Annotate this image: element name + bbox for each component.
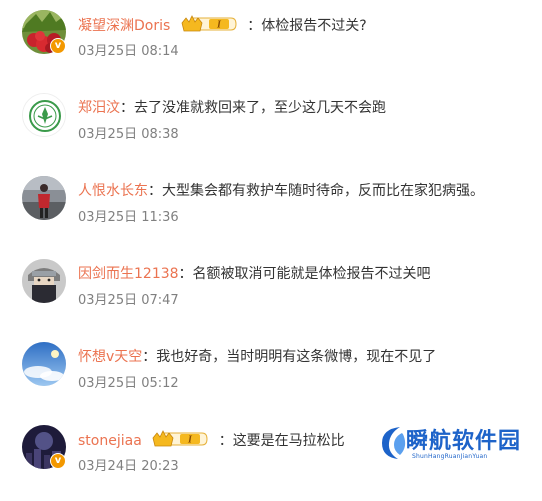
username[interactable]: 因剑而生12138 [78,266,179,282]
username[interactable]: stonejiaa [78,433,142,449]
comment-text: 名额被取消可能就是体检报告不过关吧 [192,266,431,282]
timestamp: 03月24日 20:23 [78,459,179,474]
masked-ninja-avatar-icon [22,259,66,303]
separator: ： [142,349,157,365]
separator: ： [178,266,193,282]
timestamp: 03月25日 08:14 [78,44,179,59]
timestamp: 03月25日 07:47 [78,293,179,308]
username[interactable]: 凝望深渊Doris [78,18,170,34]
comment-text: 我也好奇，当时明明有这条微博，现在不见了 [156,349,437,365]
watermark-title: 瞬航软件园 [406,429,522,454]
watermark-logo: 瞬航软件园 ShunHangRuanJianYuan [378,421,538,469]
comment-item: 郑汨汶：去了没准就救回来了，至少这几天不会跑 03月25日 08:38 [0,89,542,169]
verified-badge-icon: v [50,453,66,469]
timestamp: 03月25日 11:36 [78,210,179,225]
comment-item: 因剑而生12138：名额被取消可能就是体检报告不过关吧 03月25日 07:47 [0,255,542,335]
username[interactable]: 人恨水长东 [78,183,148,199]
avatar[interactable] [22,93,66,137]
timestamp: 03月25日 08:38 [78,127,179,142]
verified-badge-icon: v [50,38,66,54]
green-emblem-avatar-icon [23,94,65,136]
level-badge-icon[interactable]: I [181,15,237,33]
username[interactable]: 郑汨汶 [78,100,120,116]
separator: ： [247,18,262,34]
avatar[interactable] [22,176,66,220]
timestamp: 03月25日 05:12 [78,376,179,391]
username[interactable]: 怀想v天空 [78,349,142,365]
comment-text: 去了没准就救回来了，至少这几天不会跑 [134,100,386,116]
blue-sky-avatar-icon [22,342,66,386]
comment-text: 大型集会都有救护车随时待命，反而比在家犯病强。 [162,183,484,199]
separator: ： [120,100,134,116]
avatar[interactable] [22,259,66,303]
comment-text: 体检报告不过关? [261,18,367,34]
person-road-avatar-icon [22,176,66,220]
separator: ： [218,433,233,449]
separator: ： [148,183,162,199]
comment-item: v 凝望深渊Doris I ：体检报告不过关? 03月25日 08:14 [0,6,542,86]
comment-item: 怀想v天空：我也好奇，当时明明有这条微博，现在不见了 03月25日 05:12 [0,338,542,418]
avatar[interactable] [22,342,66,386]
level-badge-icon[interactable]: I [152,430,208,448]
comment-item: 人恨水长东：大型集会都有救护车随时待命，反而比在家犯病强。 03月25日 11:… [0,172,542,252]
watermark-swirl-icon [382,427,406,459]
comment-text: 这要是在马拉松比 [232,433,345,449]
watermark-subtitle: ShunHangRuanJianYuan [412,453,488,460]
